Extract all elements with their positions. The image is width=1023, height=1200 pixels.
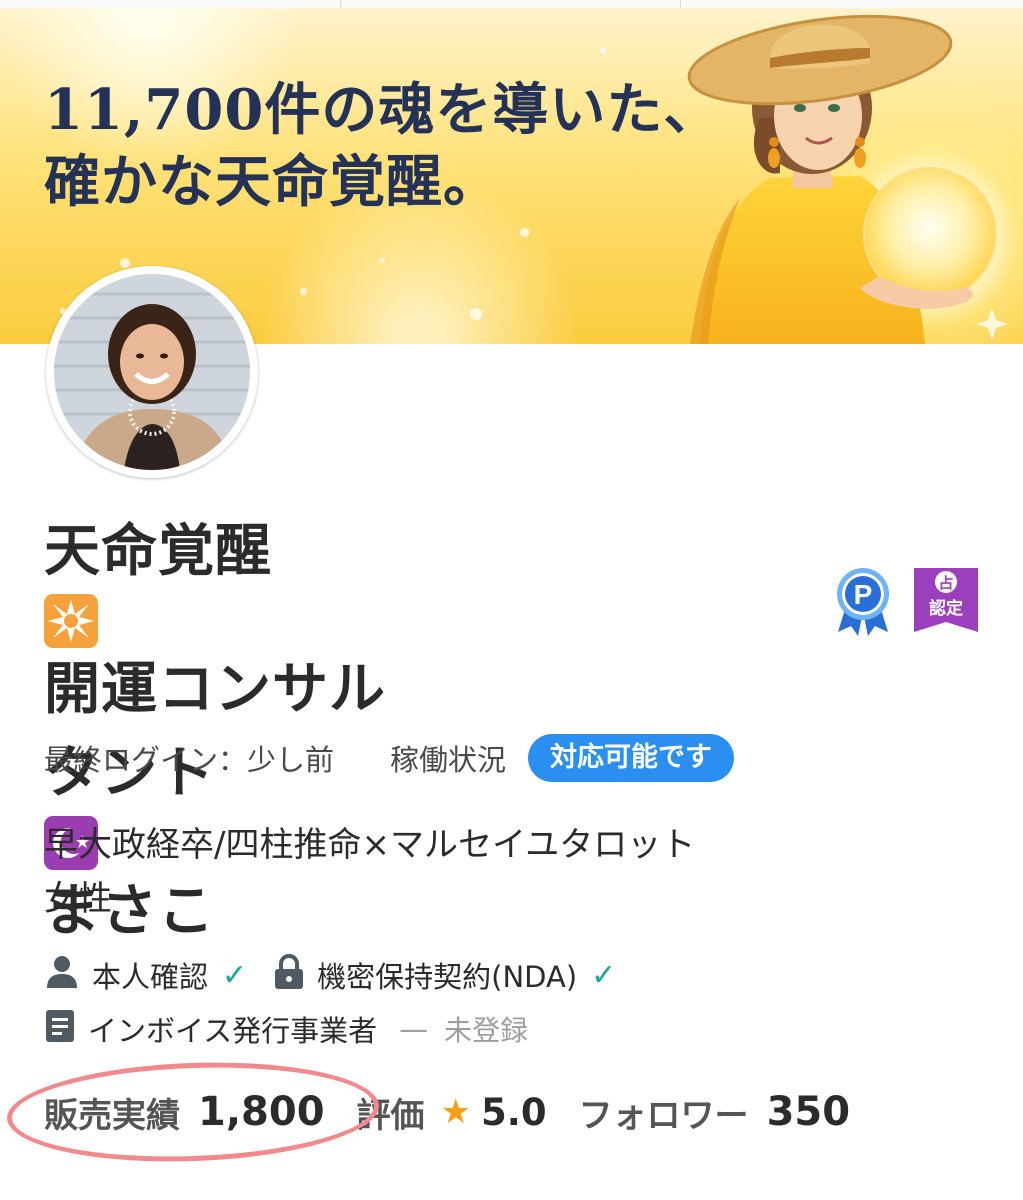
status-label: 稼働状況 <box>390 743 507 777</box>
annotation-circle <box>5 1056 381 1168</box>
fortune-badge-top: 占 <box>938 574 953 592</box>
status-badge: 対応可能です <box>528 734 735 782</box>
banner-headline: 11,700件の魂を導いた、 確かな天命覚醒。 <box>44 74 720 218</box>
fortune-badge-bottom: 認定 <box>929 598 963 619</box>
profile-bio: 早大政経卒/四柱推命×マルセイユタロット 女性 <box>44 818 695 926</box>
nda-label: 機密保持契約(NDA) <box>317 960 578 994</box>
identity-check-icon: ✓ <box>222 957 248 993</box>
last-login-label: 最終ログイン： <box>44 743 248 777</box>
last-login-value: 少し前 <box>247 743 335 777</box>
followers-label[interactable]: フォロワー <box>579 1088 749 1137</box>
pro-badge-letter: P <box>854 579 873 610</box>
verification-row-1: 本人確認 ✓ 機密保持契約(NDA) ✓ <box>44 952 642 998</box>
profile-name-line1: 天命覚醒開運コンサル <box>44 510 844 732</box>
invoice-dash: — <box>399 1012 429 1046</box>
avatar[interactable] <box>46 266 258 478</box>
name-part2: 開運コンサル <box>44 657 386 722</box>
bio-line2: 女性 <box>44 879 112 919</box>
nda-check-icon: ✓ <box>591 957 617 993</box>
activity-meta: 最終ログイン： 少し前 稼働状況 対応可能です <box>44 734 735 782</box>
eight-pointed-star-emoji-icon <box>44 594 98 648</box>
lock-icon <box>273 953 305 997</box>
followers-value[interactable]: 350 <box>767 1089 851 1135</box>
name-part1: 天命覚醒 <box>44 519 272 584</box>
banner-headline-line2: 確かな天命覚醒。 <box>44 149 500 215</box>
pro-certified-badge[interactable]: P <box>834 566 892 640</box>
bio-line1: 早大政経卒/四柱推命×マルセイユタロット <box>44 825 696 865</box>
invoice-status: 未登録 <box>444 1014 529 1047</box>
avatar-photo <box>54 274 250 470</box>
banner-headline-line1: 11,700件の魂を導いた、 <box>44 77 721 143</box>
invoice-label: インボイス発行事業者 <box>88 1014 378 1048</box>
person-icon <box>44 954 80 997</box>
star-icon: ★ <box>440 1092 472 1132</box>
verification-row-2: インボイス発行事業者 — 未登録 <box>44 1006 528 1052</box>
identity-verified-label: 本人確認 <box>92 960 209 994</box>
fortune-certified-badge[interactable]: 占 認定 <box>912 566 980 638</box>
document-icon <box>44 1008 76 1051</box>
rating-value[interactable]: 5.0 <box>481 1091 547 1134</box>
